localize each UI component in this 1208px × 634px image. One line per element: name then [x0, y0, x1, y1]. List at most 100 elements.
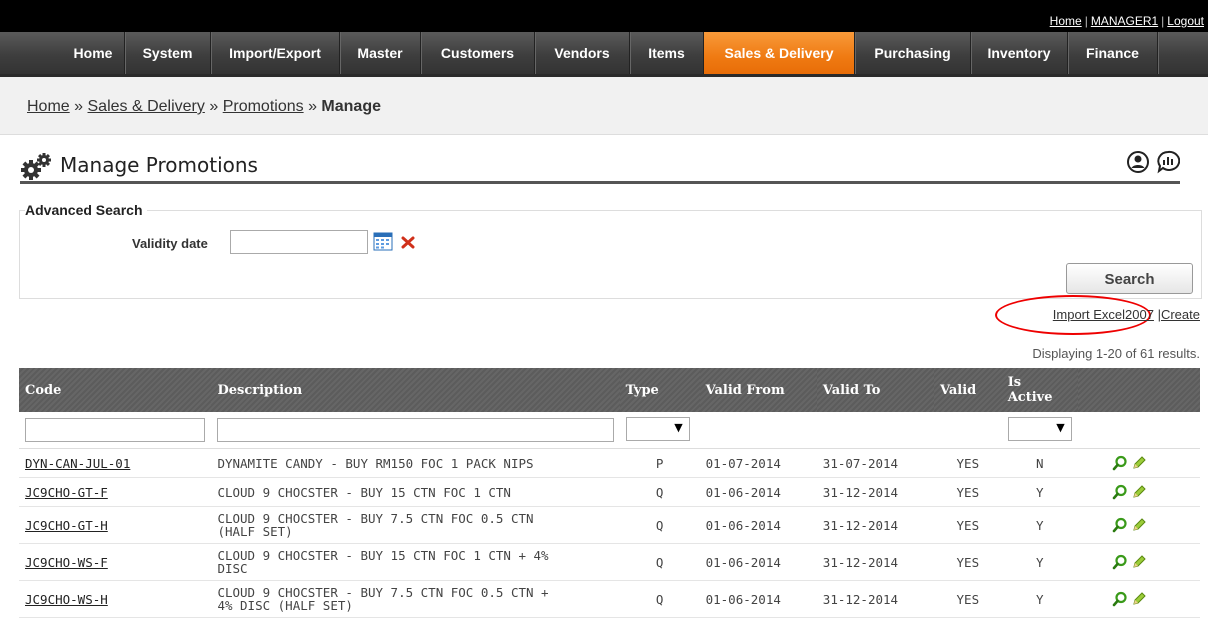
cell-valid-from: 01-06-2014: [699, 580, 817, 618]
cell-valid-from: 01-06-2014: [699, 477, 817, 507]
validity-date-label: Validity date: [132, 236, 208, 251]
col-is-active[interactable]: Is Active: [1001, 368, 1078, 412]
filter-code-input[interactable]: [25, 418, 206, 442]
table-row: JC9CHO-WS-H CLOUD 9 CHOCSTER - BUY 7.5 CT…: [19, 580, 1200, 618]
cell-code: JC9CHO-GT-F: [19, 477, 212, 507]
gears-icon: [21, 153, 51, 180]
cell-code: JC9CHO-GT-H: [19, 506, 212, 544]
description-line1: CLOUD 9 CHOCSTER - BUY 15 CTN FOC 1 CTN: [217, 484, 511, 500]
col-description[interactable]: Description: [211, 368, 620, 412]
cell-actions: [1077, 543, 1200, 581]
cell-description: CLOUD 9 CHOCSTER - BUY 7.5 CTN FOC 0.5 C…: [211, 580, 620, 618]
promotion-code-link[interactable]: JC9CHO-WS-H: [25, 592, 108, 607]
cell-is-active: Y: [1001, 477, 1078, 507]
magnifier-icon[interactable]: [1112, 591, 1128, 607]
cell-type: Q: [619, 543, 700, 581]
cell-valid-from: 01-06-2014: [699, 543, 817, 581]
magnifier-icon[interactable]: [1112, 455, 1128, 471]
cell-description: DYNAMITE CANDY - BUY RM150 FOC 1 PACK NI…: [211, 448, 620, 478]
nav-inventory[interactable]: Inventory: [971, 32, 1068, 74]
cell-description: CLOUD 9 CHOCSTER - BUY 7.5 CTN FOC 0.5 C…: [211, 506, 620, 544]
promotion-code-link[interactable]: JC9CHO-GT-F: [25, 485, 108, 500]
nav-system[interactable]: System: [125, 32, 211, 74]
cell-type: Q: [619, 506, 700, 544]
nav-finance[interactable]: Finance: [1068, 32, 1158, 74]
cell-actions: [1077, 580, 1200, 618]
nav-master[interactable]: Master: [340, 32, 421, 74]
pencil-icon[interactable]: [1131, 517, 1147, 533]
col-is-active-line1: Is: [1007, 375, 1022, 390]
cell-is-active: N: [1001, 448, 1078, 478]
filter-description-input[interactable]: [217, 418, 614, 442]
results-summary: Displaying 1-20 of 61 results.: [1032, 346, 1200, 361]
description-line1: DYNAMITE CANDY - BUY RM150 FOC 1 PACK NI…: [217, 455, 534, 471]
nav-home[interactable]: Home: [62, 32, 125, 74]
pencil-icon[interactable]: [1131, 554, 1147, 570]
col-is-active-line2: Active: [1007, 390, 1053, 405]
promotion-code-link[interactable]: JC9CHO-GT-H: [25, 518, 108, 533]
calendar-icon[interactable]: [373, 231, 393, 251]
pencil-icon[interactable]: [1131, 591, 1147, 607]
title-row: Manage Promotions: [20, 147, 1200, 183]
user-help-icon[interactable]: [1126, 150, 1150, 174]
action-links: Import Excel2007 |Create: [1053, 307, 1200, 322]
col-valid-to[interactable]: Valid To: [816, 368, 934, 412]
cell-type: Q: [619, 580, 700, 618]
cell-is-active: Y: [1001, 506, 1078, 544]
nav-vendors[interactable]: Vendors: [535, 32, 630, 74]
col-valid[interactable]: Valid: [933, 368, 1002, 412]
create-link[interactable]: Create: [1161, 307, 1200, 322]
nav-sales-delivery[interactable]: Sales & Delivery: [704, 32, 855, 74]
filter-type-select[interactable]: ▼: [625, 416, 690, 441]
table-row: JC9CHO-WS-F CLOUD 9 CHOCSTER - BUY 15 CTN…: [19, 543, 1200, 581]
promotions-table: Code Description Type Valid From Valid T…: [19, 368, 1200, 618]
user-link[interactable]: MANAGER1: [1091, 14, 1158, 28]
chat-stats-icon[interactable]: [1156, 150, 1181, 174]
page-title: Manage Promotions: [60, 153, 258, 177]
top-home-link[interactable]: Home: [1050, 14, 1082, 28]
magnifier-icon[interactable]: [1112, 517, 1128, 533]
cell-valid: YES: [933, 580, 1002, 618]
cell-valid: YES: [933, 543, 1002, 581]
breadcrumb-sep: »: [74, 98, 84, 115]
nav-customers[interactable]: Customers: [421, 32, 535, 74]
promotion-code-link[interactable]: DYN-CAN-JUL-01: [25, 456, 130, 471]
col-actions: [1077, 368, 1200, 412]
col-type[interactable]: Type: [619, 368, 700, 412]
col-code[interactable]: Code: [19, 368, 212, 412]
main-nav: Home System Import/Export Master Custome…: [0, 32, 1208, 77]
nav-purchasing[interactable]: Purchasing: [855, 32, 971, 74]
description-line1: CLOUD 9 CHOCSTER - BUY 15 CTN FOC 1 CTN …: [217, 548, 549, 563]
breadcrumb-home[interactable]: Home: [27, 98, 70, 115]
nav-items[interactable]: Items: [630, 32, 704, 74]
magnifier-icon[interactable]: [1112, 554, 1128, 570]
cell-type: Q: [619, 477, 700, 507]
search-button[interactable]: Search: [1066, 263, 1193, 294]
col-valid-from[interactable]: Valid From: [699, 368, 817, 412]
table-row: DYN-CAN-JUL-01 DYNAMITE CANDY - BUY RM150…: [19, 448, 1200, 478]
filter-active-select[interactable]: ▼: [1007, 416, 1072, 441]
cell-type: P: [619, 448, 700, 478]
cell-valid-to: 31-12-2014: [816, 477, 934, 507]
breadcrumb-current: Manage: [321, 98, 381, 115]
cell-actions: [1077, 448, 1200, 478]
pencil-icon[interactable]: [1131, 484, 1147, 500]
logout-link[interactable]: Logout: [1167, 14, 1204, 28]
top-bar: Home | MANAGER1 | Logout: [0, 0, 1208, 32]
nav-import-export[interactable]: Import/Export: [211, 32, 340, 74]
cell-valid: YES: [933, 506, 1002, 544]
cell-valid: YES: [933, 477, 1002, 507]
cell-code: JC9CHO-WS-F: [19, 543, 212, 581]
pencil-icon[interactable]: [1131, 455, 1147, 471]
promotion-code-link[interactable]: JC9CHO-WS-F: [25, 555, 108, 570]
magnifier-icon[interactable]: [1112, 484, 1128, 500]
import-excel-link[interactable]: Import Excel2007: [1053, 307, 1154, 322]
cell-valid-to: 31-07-2014: [816, 448, 934, 478]
breadcrumb-sales[interactable]: Sales & Delivery: [88, 98, 205, 115]
validity-date-input[interactable]: [230, 230, 368, 254]
breadcrumb-promotions[interactable]: Promotions: [223, 98, 304, 115]
clear-x-icon[interactable]: [400, 234, 416, 250]
breadcrumb-sep: »: [209, 98, 219, 115]
cell-valid: YES: [933, 448, 1002, 478]
cell-code: JC9CHO-WS-H: [19, 580, 212, 618]
